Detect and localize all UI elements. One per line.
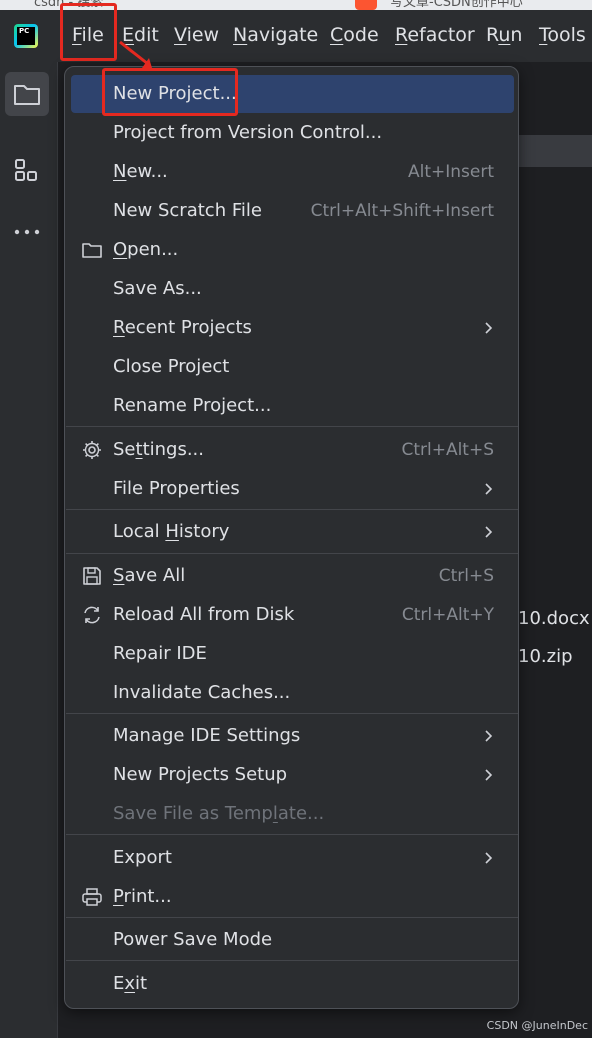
menu-item-print[interactable]: Print... (71, 878, 514, 916)
menu-item-recent-projects[interactable]: Recent Projects (71, 309, 514, 347)
csdn-watermark: CSDN @JuneInDec (486, 1019, 588, 1032)
project-tool-button[interactable] (5, 72, 49, 116)
menu-run[interactable]: Run (486, 10, 522, 62)
file-menu-annotation-box (60, 3, 117, 61)
shortcut-new-scratch-file: Ctrl+Alt+Shift+Insert (310, 201, 494, 221)
menu-item-file-properties[interactable]: File Properties (71, 470, 514, 508)
menu-item-close-project[interactable]: Close Project (71, 348, 514, 386)
chevron-right-icon (485, 730, 493, 742)
menu-item-save-as[interactable]: Save As... (71, 270, 514, 308)
more-tools-button[interactable] (5, 210, 49, 254)
shortcut-reload-all: Ctrl+Alt+Y (401, 605, 494, 625)
chevron-right-icon (485, 852, 493, 864)
chevron-right-icon (485, 769, 493, 781)
more-horizontal-icon (14, 229, 40, 235)
shortcut-settings: Ctrl+Alt+S (401, 440, 494, 460)
menu-navigate[interactable]: Navigate (233, 10, 318, 62)
background-file-zip[interactable]: 10.zip (518, 646, 573, 667)
csdn-logo (355, 0, 377, 10)
reload-icon (84, 606, 100, 624)
chevron-right-icon (485, 526, 493, 538)
menu-item-save-all[interactable]: Save All Ctrl+S (71, 557, 514, 595)
menu-item-export[interactable]: Export (71, 839, 514, 877)
menu-item-new-scratch-file[interactable]: New Scratch File Ctrl+Alt+Shift+Insert (71, 192, 514, 230)
gear-icon (83, 441, 101, 459)
menu-item-local-history[interactable]: Local History (71, 513, 514, 551)
menu-item-reload-all-from-disk[interactable]: Reload All from Disk Ctrl+Alt+Y (71, 596, 514, 634)
app-logo-text: PC (19, 27, 30, 35)
background-file-docx[interactable]: 10.docx (518, 608, 590, 629)
menu-separator (66, 713, 518, 714)
structure-tool-button[interactable] (5, 148, 49, 192)
folder-icon (14, 85, 40, 105)
menu-separator (66, 553, 518, 554)
menu-item-repair-ide[interactable]: Repair IDE (71, 635, 514, 673)
menu-tools[interactable]: Tools (539, 10, 586, 62)
menu-separator (66, 509, 518, 510)
menu-separator (66, 426, 518, 427)
chevron-right-icon (485, 483, 493, 495)
menu-item-power-save-mode[interactable]: Power Save Mode (71, 921, 514, 959)
folder-icon (82, 243, 102, 258)
menu-item-exit[interactable]: Exit (71, 965, 514, 1003)
structure-icon (15, 159, 37, 181)
menu-view[interactable]: View (174, 10, 219, 62)
file-dropdown-menu: New Project... Project from Version Cont… (64, 66, 519, 1009)
menu-item-open[interactable]: Open... (71, 231, 514, 269)
menu-item-project-from-vcs[interactable]: Project from Version Control... (71, 114, 514, 152)
save-icon (83, 567, 101, 585)
pycharm-logo-icon: PC (14, 24, 38, 48)
menu-item-save-file-as-template: Save File as Template... (113, 803, 325, 824)
menu-separator (66, 960, 518, 961)
menu-item-new-projects-setup[interactable]: New Projects Setup (71, 756, 514, 794)
menu-item-settings[interactable]: Settings... Ctrl+Alt+S (71, 431, 514, 469)
menu-item-rename-project[interactable]: Rename Project... (71, 387, 514, 425)
print-icon (82, 888, 102, 906)
menu-code[interactable]: Code (330, 10, 379, 62)
left-tool-strip (0, 62, 58, 1038)
menu-refactor[interactable]: Refactor (395, 10, 475, 62)
menu-separator (66, 834, 518, 835)
chevron-right-icon (485, 322, 493, 334)
menu-separator (66, 917, 518, 918)
menu-item-invalidate-caches[interactable]: Invalidate Caches... (71, 674, 514, 712)
shortcut-save-all: Ctrl+S (438, 566, 494, 586)
annotation-arrow-icon (119, 40, 152, 68)
menu-item-manage-ide-settings[interactable]: Manage IDE Settings (71, 717, 514, 755)
menu-item-new[interactable]: New... Alt+Insert (71, 153, 514, 191)
shortcut-new: Alt+Insert (407, 162, 494, 182)
browser-tab-right[interactable]: 写文章-CSDN创作中心 (390, 0, 523, 10)
